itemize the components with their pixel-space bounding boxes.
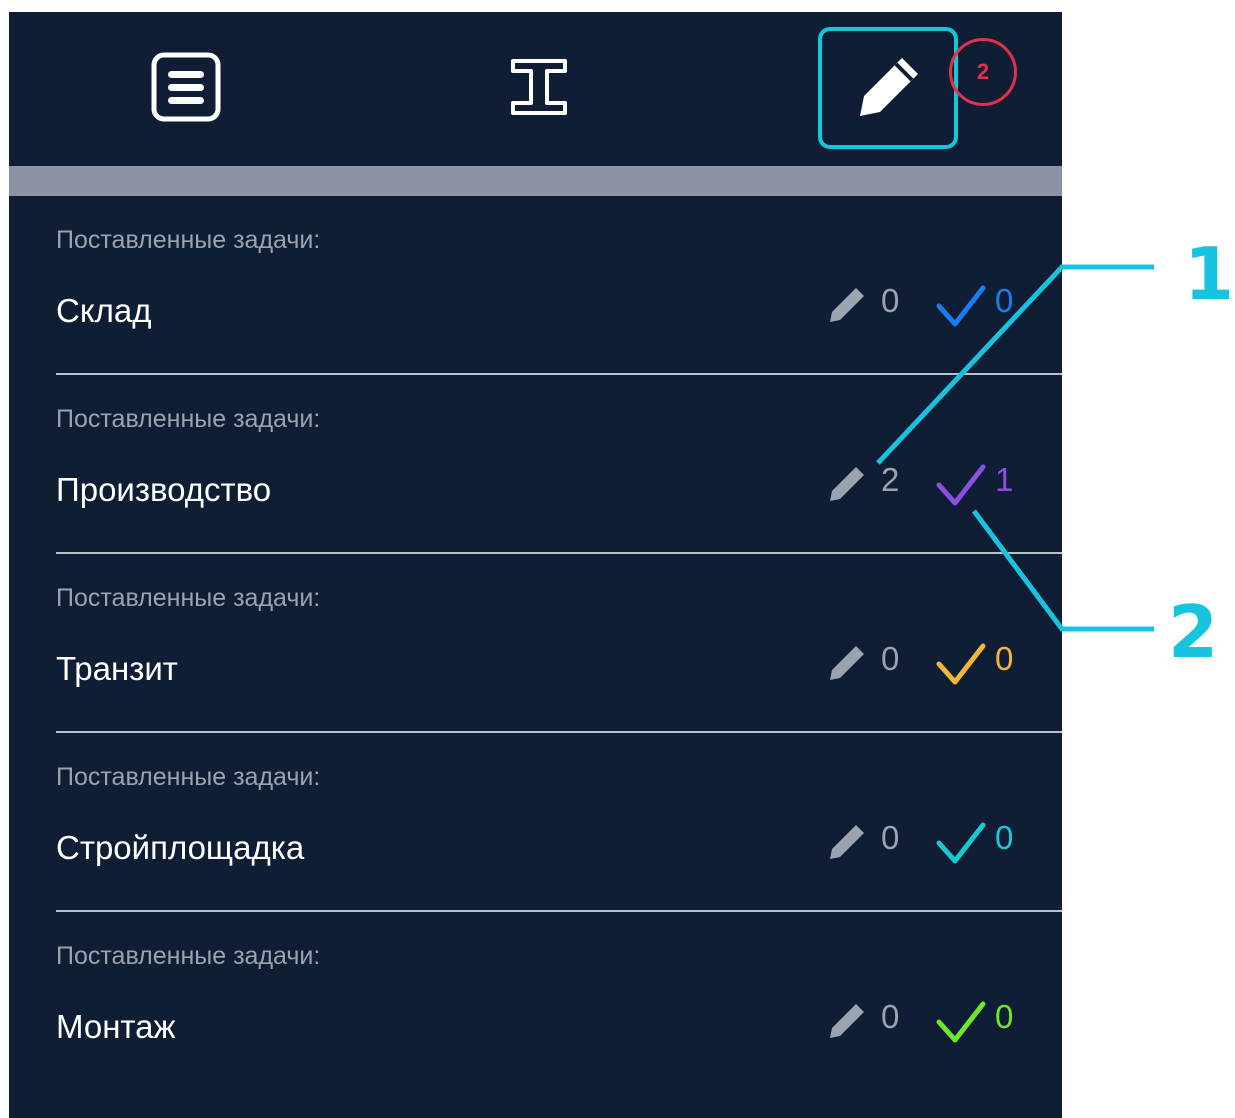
draft-count: 0 xyxy=(881,819,900,856)
tab-edit[interactable] xyxy=(818,27,958,149)
row-title: Монтаж xyxy=(56,1008,176,1045)
draft-count: 0 xyxy=(881,998,900,1035)
text-cursor-icon xyxy=(511,59,567,115)
tab-task-list[interactable] xyxy=(141,42,231,132)
callout-number-1: 1 xyxy=(1184,232,1235,316)
row-caption: Поставленные задачи: xyxy=(56,584,321,612)
badge-number: 2 xyxy=(976,59,990,84)
row-caption: Поставленные задачи: xyxy=(56,763,321,791)
pencil-icon xyxy=(830,825,864,859)
done-count: 0 xyxy=(995,640,1014,677)
pencil-icon xyxy=(830,288,864,322)
check-icon xyxy=(936,464,986,506)
check-icon xyxy=(936,1001,986,1043)
list-item[interactable]: Поставленные задачи: Транзит 0 0 xyxy=(9,554,1062,733)
callout-badge: 2 xyxy=(949,38,1017,106)
list-item[interactable]: Поставленные задачи: Стройплощадка 0 0 xyxy=(9,733,1062,912)
project-list: Поставленные задачи: Склад 0 0 Поставлен… xyxy=(9,196,1062,1091)
callout-number-2: 2 xyxy=(1168,590,1219,674)
check-icon xyxy=(936,643,986,685)
list-item[interactable]: Поставленные задачи: Монтаж 0 0 xyxy=(9,912,1062,1091)
draft-count: 0 xyxy=(881,640,900,677)
row-caption: Поставленные задачи: xyxy=(56,942,321,970)
list-item[interactable]: Поставленные задачи: Производство 2 1 xyxy=(9,375,1062,554)
top-toolbar: 2 xyxy=(9,12,1062,166)
pencil-icon xyxy=(830,646,864,680)
done-count: 0 xyxy=(995,282,1014,319)
app-screen: 2 Поставленные задачи: Склад 0 0 Поставл… xyxy=(9,12,1062,1118)
pencil-icon xyxy=(830,467,864,501)
draft-count: 0 xyxy=(881,282,900,319)
pencil-icon xyxy=(860,58,918,116)
pencil-icon xyxy=(830,1004,864,1038)
row-title: Стройплощадка xyxy=(56,829,305,866)
row-title: Склад xyxy=(56,292,152,329)
row-caption: Поставленные задачи: xyxy=(56,405,321,433)
done-count: 1 xyxy=(995,461,1014,498)
row-caption: Поставленные задачи: xyxy=(56,226,321,254)
row-title: Транзит xyxy=(56,650,178,687)
divider-band xyxy=(9,166,1062,196)
draft-count: 2 xyxy=(881,461,900,498)
done-count: 0 xyxy=(995,998,1014,1035)
list-item[interactable]: Поставленные задачи: Склад 0 0 xyxy=(9,196,1062,375)
check-icon xyxy=(936,285,986,327)
list-icon xyxy=(151,52,221,122)
check-icon xyxy=(936,822,986,864)
tab-text-mode[interactable] xyxy=(489,42,589,132)
row-title: Производство xyxy=(56,471,272,508)
done-count: 0 xyxy=(995,819,1014,856)
